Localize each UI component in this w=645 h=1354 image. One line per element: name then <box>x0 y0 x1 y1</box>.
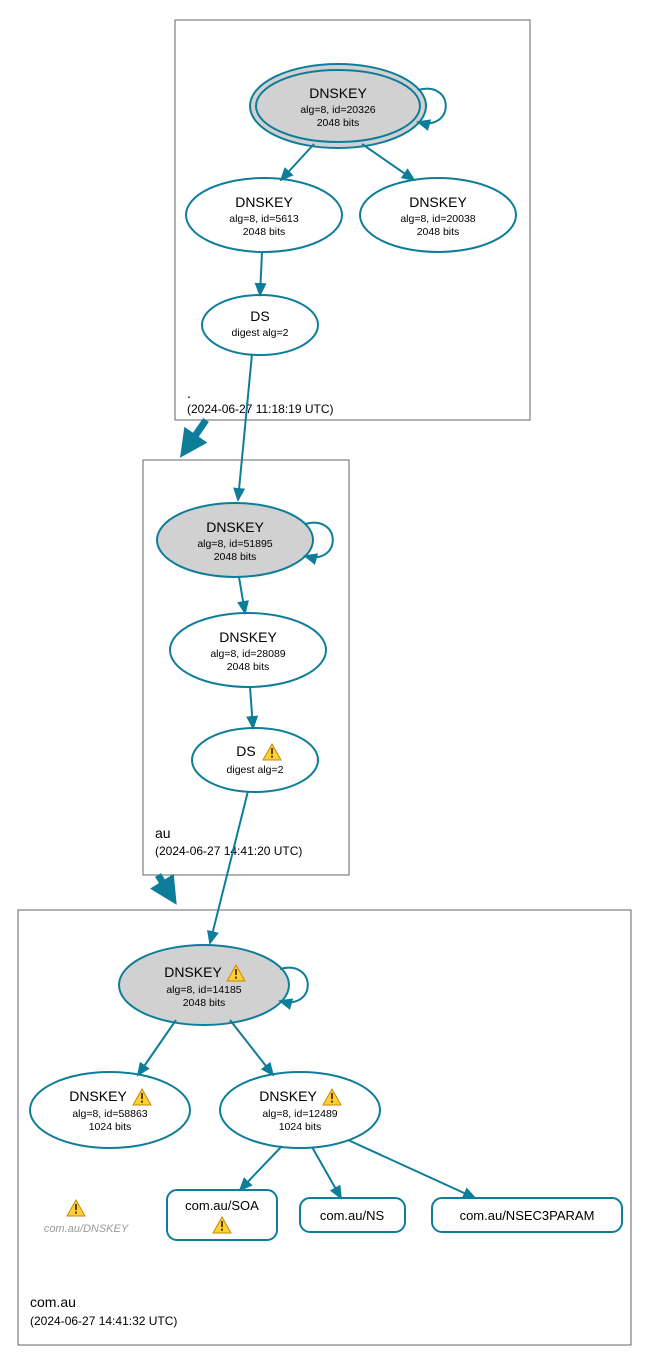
edge-comau-ksk-zsk2 <box>230 1020 273 1075</box>
node-root-ksk-sub2: 2048 bits <box>317 117 360 129</box>
node-comau-zsk2-sub2: 1024 bits <box>279 1121 322 1133</box>
edge-root-ds-to-au-ksk <box>238 354 252 500</box>
node-root-zsk-20038: DNSKEY alg=8, id=20038 2048 bits <box>360 178 516 252</box>
node-root-ksk-title: DNSKEY <box>309 85 367 101</box>
node-root-zsk2-sub1: alg=8, id=20038 <box>400 213 475 225</box>
node-root-zsk-5613: DNSKEY alg=8, id=5613 2048 bits <box>186 178 342 252</box>
node-au-ksk-sub2: 2048 bits <box>214 551 257 563</box>
node-root-zsk1-sub1: alg=8, id=5613 <box>229 213 299 225</box>
node-comau-zsk1-sub2: 1024 bits <box>89 1121 132 1133</box>
node-comau-ksk-sub1: alg=8, id=14185 <box>166 984 241 996</box>
rrset-comau-nsec3-label: com.au/NSEC3PARAM <box>460 1208 595 1223</box>
zone-au-name: au <box>155 825 171 841</box>
node-au-ksk-title: DNSKEY <box>206 519 264 535</box>
edge-root-to-au-zone <box>184 420 206 452</box>
rrset-comau-nsec3param: com.au/NSEC3PARAM <box>432 1198 622 1232</box>
node-comau-zsk1-sub1: alg=8, id=58863 <box>72 1108 147 1120</box>
edge-comau-ksk-zsk1 <box>138 1020 176 1075</box>
node-au-ds-title: DS <box>236 743 255 759</box>
zone-root-timestamp: (2024-06-27 11:18:19 UTC) <box>187 402 334 416</box>
node-root-zsk2-title: DNSKEY <box>409 194 467 210</box>
node-comau-zsk2-title: DNSKEY <box>259 1088 317 1104</box>
edge-comau-zsk2-soa <box>240 1146 282 1190</box>
zone-au-timestamp: (2024-06-27 14:41:20 UTC) <box>155 844 302 858</box>
label-comau-dnskey: com.au/DNSKEY <box>44 1200 129 1235</box>
node-au-ds-sub: digest alg=2 <box>227 764 284 776</box>
warning-icon <box>67 1200 85 1216</box>
node-au-zsk: DNSKEY alg=8, id=28089 2048 bits <box>170 613 326 687</box>
node-comau-zsk-58863: DNSKEY alg=8, id=58863 1024 bits <box>30 1072 190 1148</box>
node-root-ds: DS digest alg=2 <box>202 295 318 355</box>
edge-comau-zsk2-ns <box>312 1147 341 1198</box>
node-au-zsk-title: DNSKEY <box>219 629 277 645</box>
label-comau-dnskey-text: com.au/DNSKEY <box>44 1223 129 1235</box>
edge-au-zsk-ds <box>250 687 253 728</box>
node-au-ksk: DNSKEY alg=8, id=51895 2048 bits <box>157 503 313 577</box>
node-root-ksk-sub1: alg=8, id=20326 <box>300 104 375 116</box>
node-root-zsk1-title: DNSKEY <box>235 194 293 210</box>
node-comau-ksk-title: DNSKEY <box>164 964 222 980</box>
node-au-ksk-sub1: alg=8, id=51895 <box>197 538 272 550</box>
rrset-comau-soa-label: com.au/SOA <box>185 1198 259 1213</box>
edge-au-ksk-zsk <box>239 577 245 613</box>
node-comau-ksk-sub2: 2048 bits <box>183 997 226 1009</box>
edge-au-ds-to-comau-ksk <box>210 791 248 943</box>
edge-root-ksk-zsk1 <box>281 144 314 180</box>
node-au-zsk-sub2: 2048 bits <box>227 661 270 673</box>
rrset-comau-ns-label: com.au/NS <box>320 1208 385 1223</box>
node-comau-zsk2-sub1: alg=8, id=12489 <box>262 1108 337 1120</box>
zone-root-name: . <box>187 385 191 401</box>
edge-root-zsk1-ds <box>260 252 262 295</box>
rrset-comau-ns: com.au/NS <box>300 1198 405 1232</box>
node-root-zsk2-sub2: 2048 bits <box>417 226 460 238</box>
rrset-comau-soa: com.au/SOA <box>167 1190 277 1240</box>
node-root-ds-title: DS <box>250 308 269 324</box>
node-au-zsk-sub1: alg=8, id=28089 <box>210 648 285 660</box>
node-comau-zsk1-title: DNSKEY <box>69 1088 127 1104</box>
zone-root: . (2024-06-27 11:18:19 UTC) DNSKEY alg=8… <box>175 20 530 420</box>
zone-au: au (2024-06-27 14:41:20 UTC) DNSKEY alg=… <box>143 460 349 875</box>
node-root-ksk: DNSKEY alg=8, id=20326 2048 bits <box>250 64 426 148</box>
node-comau-zsk-12489: DNSKEY alg=8, id=12489 1024 bits <box>220 1072 380 1148</box>
node-au-ds: DS digest alg=2 <box>192 728 318 792</box>
node-root-ds-sub: digest alg=2 <box>232 327 289 339</box>
edge-au-to-comau-zone <box>158 875 173 899</box>
node-root-zsk1-sub2: 2048 bits <box>243 226 286 238</box>
edge-root-ksk-zsk2 <box>362 144 414 180</box>
zone-comau-timestamp: (2024-06-27 14:41:32 UTC) <box>30 1314 177 1328</box>
zone-comau-name: com.au <box>30 1294 76 1310</box>
zone-comau: com.au (2024-06-27 14:41:32 UTC) DNSKEY … <box>18 910 631 1345</box>
node-comau-ksk: DNSKEY alg=8, id=14185 2048 bits <box>119 945 289 1025</box>
edge-comau-zsk2-nsec3 <box>348 1140 475 1198</box>
